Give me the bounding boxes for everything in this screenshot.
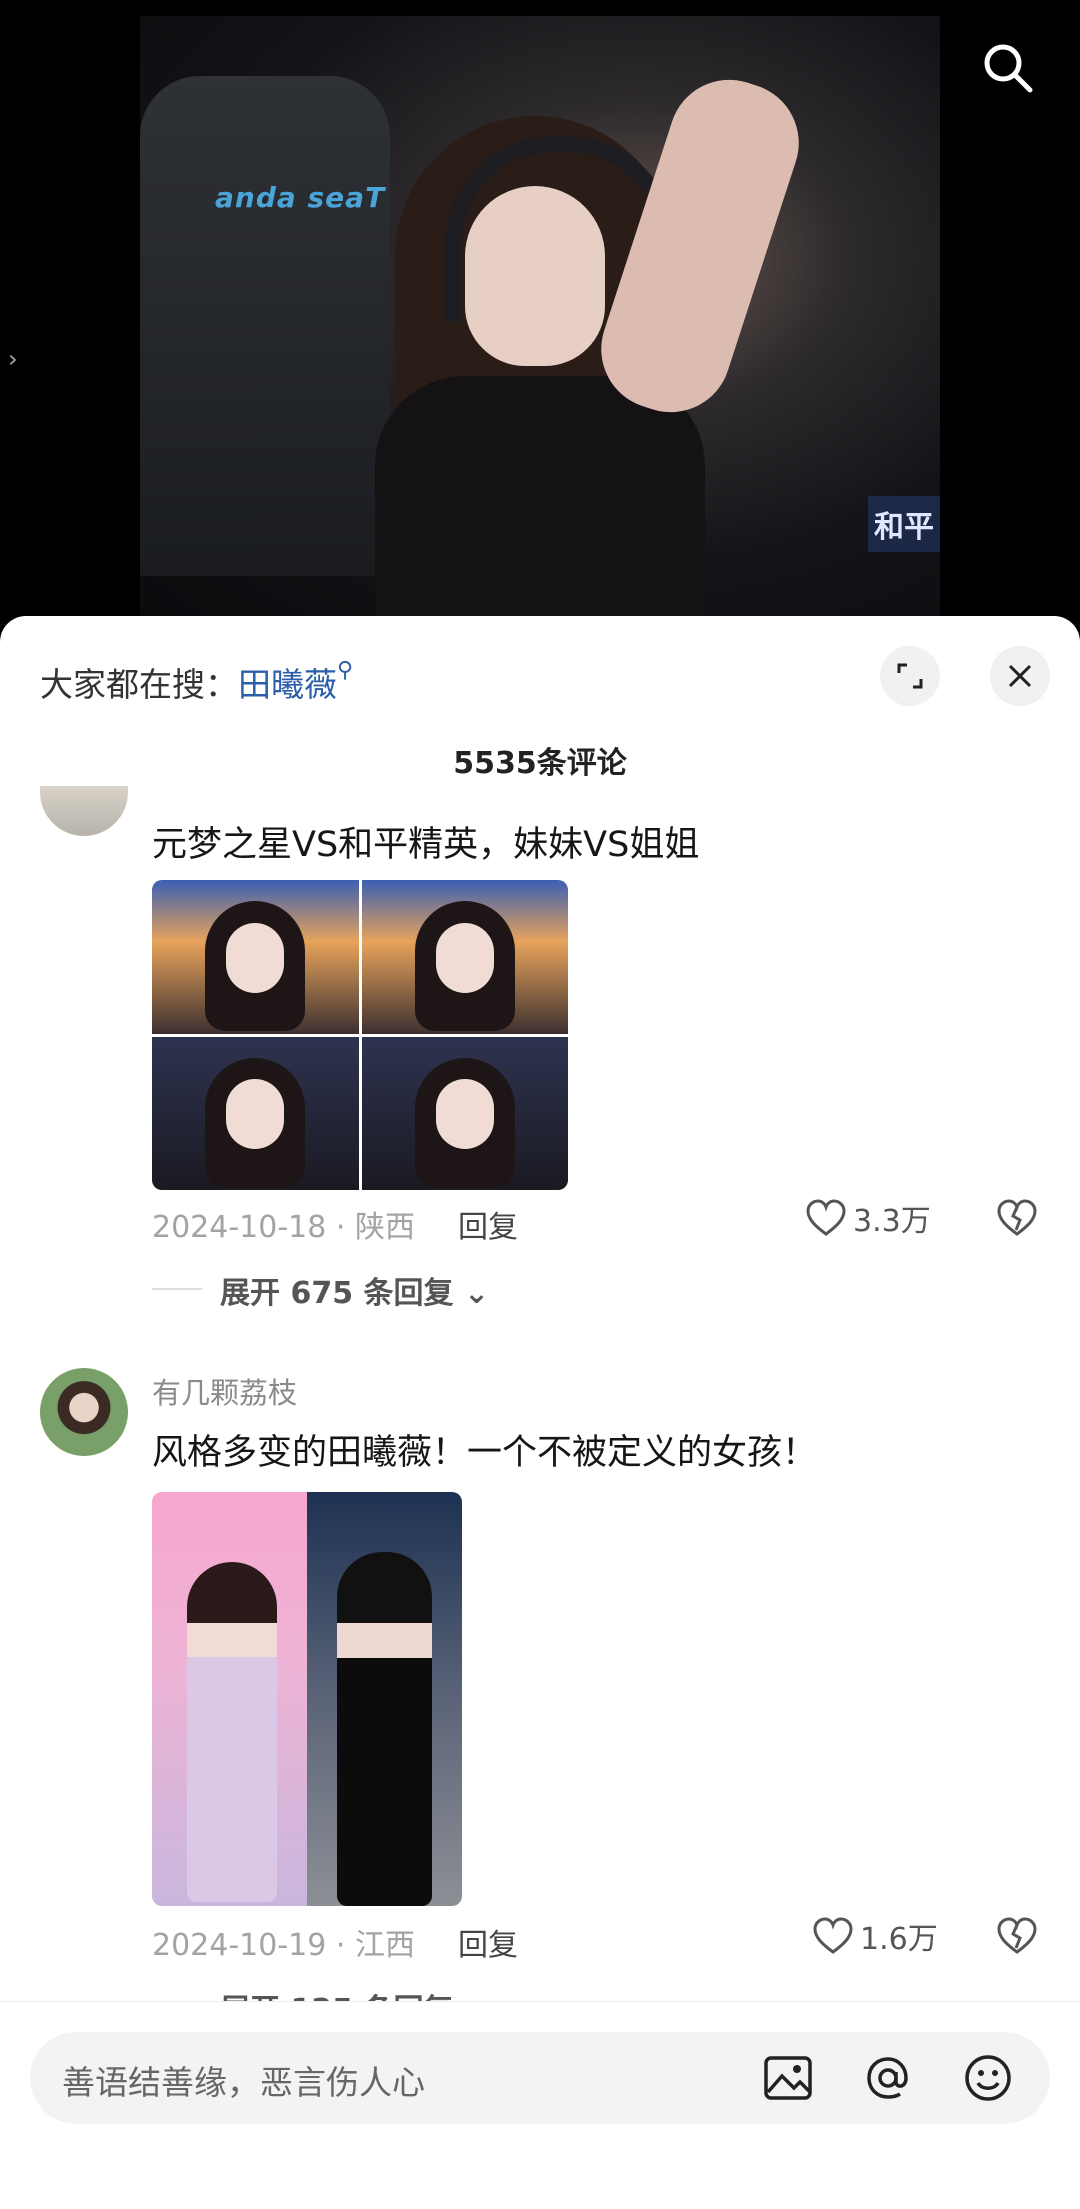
close-icon (1008, 664, 1032, 688)
search-small-icon: ⚲ (337, 658, 354, 683)
dislike-button[interactable] (996, 1916, 1038, 1960)
dislike-button[interactable] (996, 1198, 1038, 1242)
avatar[interactable] (40, 786, 128, 836)
comment-text[interactable]: 风格多变的田曦薇！一个不被定义的女孩！ (152, 1424, 817, 1475)
heart-icon (813, 1917, 853, 1954)
emoji-icon[interactable] (962, 2052, 1014, 2104)
comment-count: 5535条评论 (453, 746, 627, 781)
comment-image[interactable] (152, 880, 568, 1190)
input-placeholder: 善语结善缘，恶言伤人心 (62, 2063, 425, 2102)
reply-button[interactable]: 回复 (458, 1920, 518, 1964)
avatar[interactable] (40, 1368, 128, 1456)
chevron-right-icon[interactable]: › (8, 345, 18, 373)
broken-heart-icon (997, 1199, 1037, 1236)
comment-sheet: 大家都在搜：田曦薇⚲ 5535条评论 元梦之星VS和平精英，妹妹VS姐姐 202… (0, 616, 1080, 2209)
gaming-chair: anda seaT (140, 76, 390, 576)
hot-search-row[interactable]: 大家都在搜：田曦薇⚲ (40, 658, 353, 706)
comment-date-location: 2024-10-18 · 陕西 (152, 1210, 415, 1245)
search-icon[interactable] (980, 40, 1036, 96)
divider (152, 1288, 202, 1290)
video-person (355, 64, 815, 620)
heart-icon (806, 1199, 846, 1236)
like-count: 1.6万 (860, 1922, 938, 1957)
reply-button[interactable]: 回复 (458, 1202, 518, 1246)
image-icon[interactable] (762, 2052, 814, 2104)
broken-heart-icon (997, 1917, 1037, 1954)
comment-text[interactable]: 元梦之星VS和平精英，妹妹VS姐姐 (152, 816, 699, 867)
comment-date-location: 2024-10-19 · 江西 (152, 1928, 415, 1963)
expand-replies[interactable]: 展开 675 条回复 ⌄ (220, 1268, 489, 1312)
like-count: 3.3万 (853, 1204, 931, 1239)
comment-image[interactable] (152, 1492, 462, 1906)
broadcast-watermark: 和平 (868, 496, 940, 552)
like-button[interactable]: 3.3万 (805, 1196, 931, 1240)
video-player[interactable]: anda seaT 和平 › (0, 0, 1080, 620)
hot-search-label: 大家都在搜： (40, 665, 238, 704)
expand-icon (897, 663, 923, 689)
close-button[interactable] (990, 646, 1050, 706)
like-button[interactable]: 1.6万 (812, 1914, 938, 1958)
comment-author[interactable]: 有几颗荔枝 (152, 1370, 297, 1412)
expand-button[interactable] (880, 646, 940, 706)
hot-search-keyword[interactable]: 田曦薇 (238, 665, 337, 704)
mention-icon[interactable] (862, 2052, 914, 2104)
comment-input[interactable]: 善语结善缘，恶言伤人心 (30, 2032, 1050, 2124)
video-frame: anda seaT 和平 (140, 16, 940, 620)
comment-input-bar: 善语结善缘，恶言伤人心 (0, 2001, 1080, 2209)
